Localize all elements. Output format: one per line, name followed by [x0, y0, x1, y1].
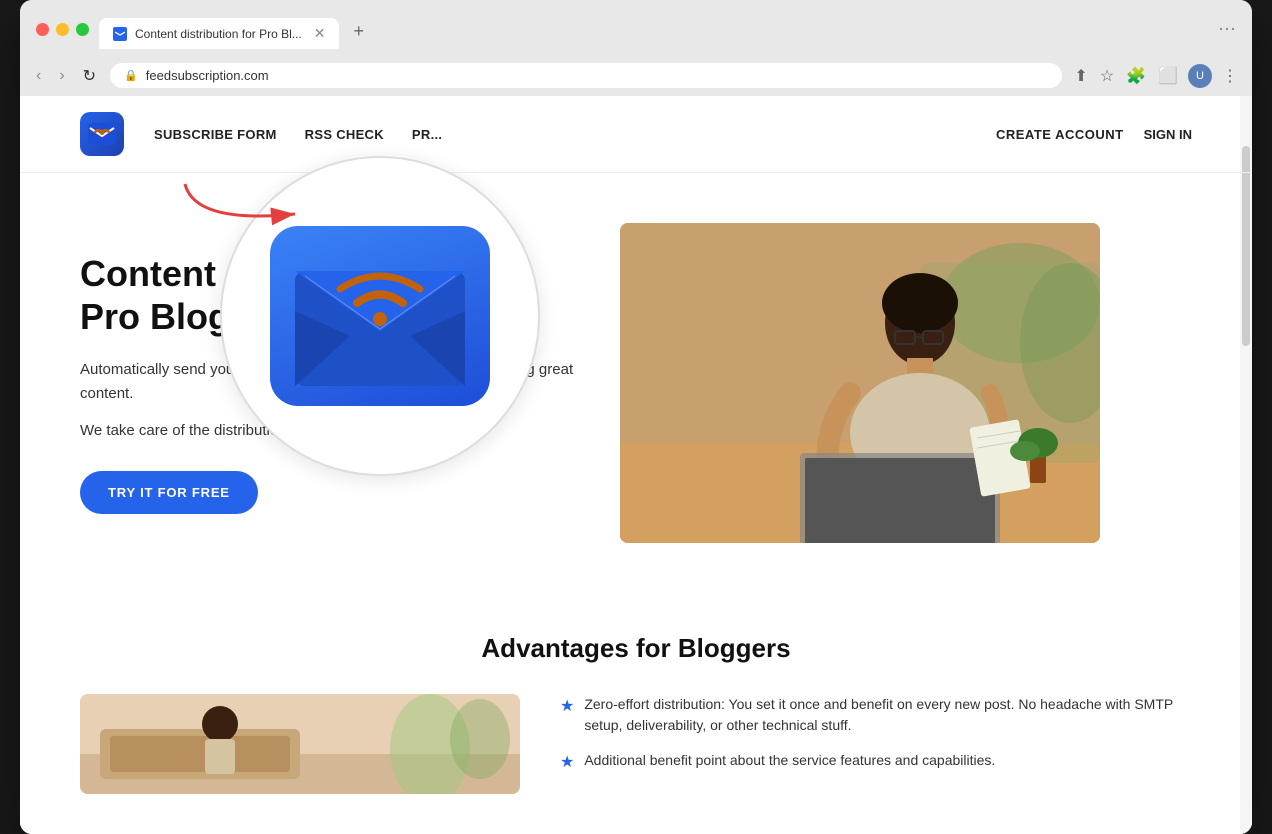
address-text: feedsubscription.com — [146, 68, 269, 83]
site-nav: SUBSCRIBE FORM RSS CHECK PR... CREATE AC… — [20, 96, 1252, 173]
logo-icon — [80, 112, 124, 156]
forward-button[interactable]: › — [55, 65, 68, 87]
nav-subscribe-form[interactable]: SUBSCRIBE FORM — [154, 127, 277, 142]
advantage-text-2: Additional benefit point about the servi… — [584, 750, 995, 775]
share-button[interactable]: ⬆ — [1072, 64, 1089, 88]
scrollbar-thumb[interactable] — [1242, 146, 1250, 346]
sidebar-button[interactable]: ⬜ — [1156, 64, 1180, 88]
tab-close-icon[interactable]: ✕ — [314, 25, 326, 42]
tab-favicon — [113, 27, 127, 41]
lock-icon: 🔒 — [124, 69, 138, 82]
try-free-button[interactable]: TRY IT FOR FREE — [80, 471, 258, 514]
active-tab[interactable]: Content distribution for Pro Bl... ✕ — [99, 18, 339, 49]
red-arrow-annotation — [175, 174, 315, 239]
advantages-grid: ★ Zero-effort distribution: You set it o… — [80, 694, 1192, 794]
close-button[interactable] — [36, 23, 49, 36]
nav-pricing[interactable]: PR... — [412, 127, 442, 142]
traffic-lights — [36, 23, 89, 36]
bookmark-button[interactable]: ☆ — [1098, 64, 1116, 88]
maximize-button[interactable] — [76, 23, 89, 36]
refresh-button[interactable]: ↻ — [79, 64, 100, 88]
back-button[interactable]: ‹ — [32, 65, 45, 87]
advantage-item-1: ★ Zero-effort distribution: You set it o… — [560, 694, 1192, 736]
big-logo-icon — [270, 226, 490, 406]
hero-right — [620, 223, 1100, 543]
address-bar[interactable]: 🔒 feedsubscription.com — [110, 63, 1062, 88]
hero-image — [620, 223, 1100, 543]
tab-title: Content distribution for Pro Bl... — [135, 27, 302, 41]
advantage-item-2: ★ Additional benefit point about the ser… — [560, 750, 1192, 775]
sign-in-button[interactable]: SIGN IN — [1144, 127, 1192, 142]
tabs-row: Content distribution for Pro Bl... ✕ + — [99, 14, 374, 49]
nav-links: SUBSCRIBE FORM RSS CHECK PR... — [154, 127, 996, 142]
browser-menu-icon[interactable]: ⋯ — [1218, 19, 1236, 40]
address-bar-row: ‹ › ↻ 🔒 feedsubscription.com ⬆ ☆ 🧩 ⬜ U ⋮ — [20, 55, 1252, 96]
site-logo[interactable] — [80, 112, 124, 156]
nav-rss-check[interactable]: RSS CHECK — [305, 127, 384, 142]
advantages-title: Advantages for Bloggers — [80, 633, 1192, 664]
browser-window: Content distribution for Pro Bl... ✕ + ⋯… — [20, 0, 1252, 834]
star-icon-2: ★ — [560, 751, 574, 775]
scrollbar[interactable] — [1240, 96, 1252, 834]
browser-titlebar: Content distribution for Pro Bl... ✕ + ⋯ — [20, 0, 1252, 55]
new-tab-button[interactable]: + — [343, 14, 374, 49]
advantages-image — [80, 694, 520, 794]
star-icon-1: ★ — [560, 695, 574, 736]
advantage-text-1: Zero-effort distribution: You set it onc… — [584, 694, 1192, 736]
user-avatar[interactable]: U — [1188, 64, 1212, 88]
create-account-button[interactable]: CREATE ACCOUNT — [996, 127, 1124, 142]
minimize-button[interactable] — [56, 23, 69, 36]
more-button[interactable]: ⋮ — [1220, 64, 1240, 88]
page-content: SUBSCRIBE FORM RSS CHECK PR... CREATE AC… — [20, 96, 1252, 834]
advantages-section: Advantages for Bloggers — [20, 593, 1252, 834]
extensions-button[interactable]: 🧩 — [1124, 64, 1148, 88]
nav-right: CREATE ACCOUNT SIGN IN — [996, 127, 1192, 142]
advantages-list: ★ Zero-effort distribution: You set it o… — [560, 694, 1192, 789]
browser-actions: ⬆ ☆ 🧩 ⬜ U ⋮ — [1072, 64, 1240, 88]
hero-img-bg — [620, 223, 1100, 543]
